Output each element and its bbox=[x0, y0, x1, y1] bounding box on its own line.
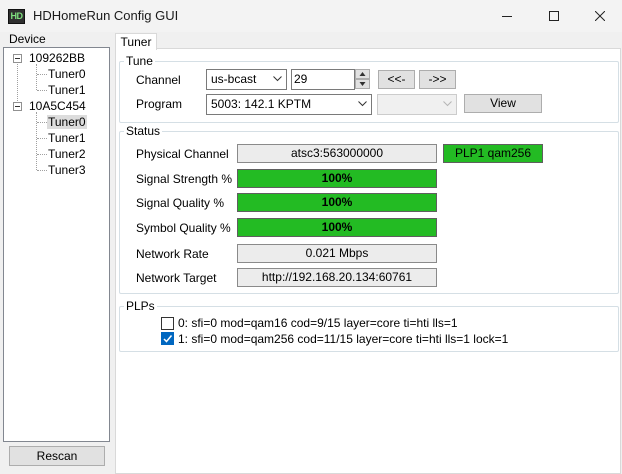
program-secondary-select[interactable] bbox=[377, 94, 457, 115]
app-icon: HD bbox=[8, 9, 25, 24]
channel-spin-down[interactable] bbox=[355, 79, 370, 89]
window-title: HDHomeRun Config GUI bbox=[33, 8, 179, 23]
tune-group-title: Tune bbox=[124, 54, 155, 68]
checkmark-icon bbox=[163, 335, 173, 343]
minimize-icon bbox=[502, 16, 512, 17]
rescan-button[interactable]: Rescan bbox=[9, 446, 105, 466]
tree-tuner-selected[interactable]: Tuner0 bbox=[47, 115, 87, 129]
tab-tuner[interactable]: Tuner bbox=[115, 33, 157, 50]
chevron-down-icon bbox=[273, 76, 282, 82]
plp-checkbox-checked[interactable] bbox=[161, 332, 174, 345]
device-label: Device bbox=[9, 32, 46, 46]
tree-connector bbox=[37, 170, 47, 171]
channel-number-input[interactable]: 29 bbox=[291, 69, 355, 90]
network-target-value: http://192.168.20.134:60761 bbox=[237, 268, 437, 287]
next-channel-button[interactable]: ->> bbox=[419, 70, 456, 89]
program-label: Program bbox=[136, 97, 183, 111]
tree-tuner[interactable]: Tuner0 bbox=[48, 67, 86, 81]
tree-connector bbox=[37, 74, 47, 75]
symbol-quality-bar: 100% bbox=[237, 218, 437, 237]
tree-connector bbox=[37, 138, 47, 139]
tree-connector bbox=[37, 154, 47, 155]
tree-connector bbox=[37, 90, 47, 91]
plp-item-label: 1: sfi=0 mod=qam256 cod=11/15 layer=core… bbox=[178, 332, 509, 346]
network-rate-label: Network Rate bbox=[136, 247, 209, 261]
tree-connector bbox=[36, 64, 37, 90]
tree-tuner[interactable]: Tuner2 bbox=[48, 147, 86, 161]
signal-quality-label: Signal Quality % bbox=[136, 196, 225, 210]
tree-device-109262bb[interactable]: 109262BB bbox=[29, 51, 85, 65]
tree-tuner[interactable]: Tuner3 bbox=[48, 163, 86, 177]
program-select[interactable]: 5003: 142.1 KPTM bbox=[206, 94, 372, 115]
tree-connector bbox=[36, 112, 37, 170]
channel-spin-up[interactable] bbox=[355, 69, 370, 79]
view-button[interactable]: View bbox=[464, 94, 542, 113]
chevron-down-icon bbox=[443, 101, 452, 107]
plps-group-title: PLPs bbox=[124, 299, 157, 313]
signal-strength-bar: 100% bbox=[237, 169, 437, 188]
plp-checkbox[interactable] bbox=[161, 317, 174, 330]
physical-channel-value: atsc3:563000000 bbox=[237, 144, 437, 163]
maximize-button[interactable] bbox=[531, 0, 577, 32]
maximize-icon bbox=[549, 11, 559, 21]
program-value: 5003: 142.1 KPTM bbox=[211, 97, 312, 111]
spin-down-icon bbox=[359, 82, 366, 86]
network-target-label: Network Target bbox=[136, 271, 217, 285]
signal-strength-label: Signal Strength % bbox=[136, 172, 233, 186]
close-icon bbox=[595, 11, 605, 21]
close-button[interactable] bbox=[577, 0, 622, 32]
plp-item-label: 0: sfi=0 mod=qam16 cod=9/15 layer=core t… bbox=[178, 316, 458, 330]
channel-label: Channel bbox=[136, 73, 181, 87]
collapse-icon[interactable] bbox=[13, 102, 22, 111]
plp-badge: PLP1 qam256 bbox=[443, 144, 543, 163]
tree-tuner[interactable]: Tuner1 bbox=[48, 131, 86, 145]
signal-quality-bar: 100% bbox=[237, 193, 437, 212]
tree-connector bbox=[37, 122, 47, 123]
tree-device-10a5c454[interactable]: 10A5C454 bbox=[29, 99, 86, 113]
minimize-button[interactable] bbox=[484, 0, 530, 32]
spin-up-icon bbox=[359, 72, 366, 76]
channel-map-select[interactable]: us-bcast bbox=[206, 69, 287, 90]
symbol-quality-label: Symbol Quality % bbox=[136, 221, 231, 235]
status-group-title: Status bbox=[124, 124, 163, 138]
tree-connector bbox=[17, 61, 18, 107]
prev-channel-button[interactable]: <<- bbox=[378, 70, 415, 89]
tree-tuner[interactable]: Tuner1 bbox=[48, 83, 86, 97]
physical-channel-label: Physical Channel bbox=[136, 147, 229, 161]
network-rate-value: 0.021 Mbps bbox=[237, 244, 437, 263]
channel-map-value: us-bcast bbox=[211, 72, 257, 86]
collapse-icon[interactable] bbox=[13, 54, 22, 63]
chevron-down-icon bbox=[358, 101, 367, 107]
